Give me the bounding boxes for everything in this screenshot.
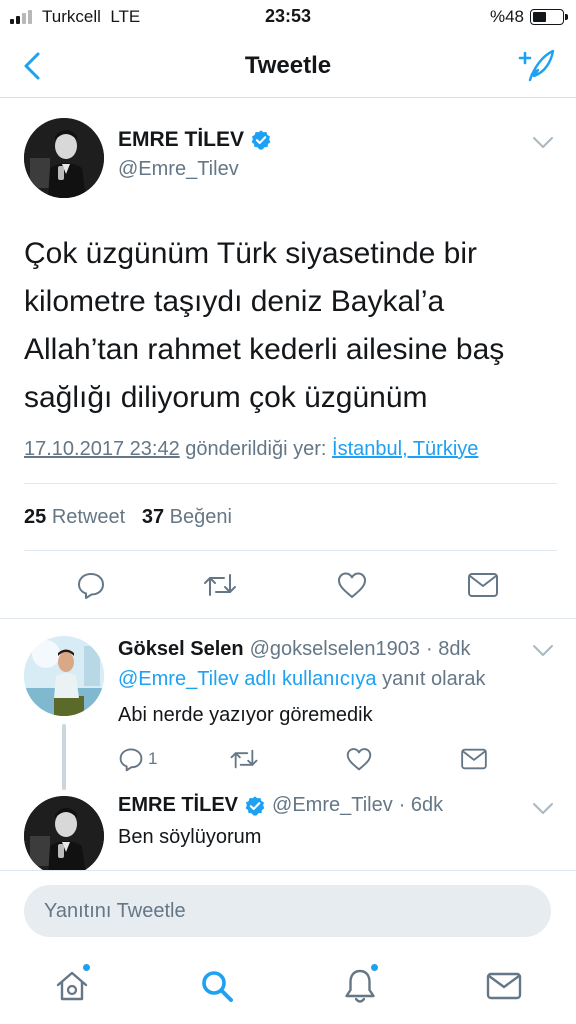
- like-count: 37: [141, 506, 165, 528]
- tweet-stats: 25 Retweet 37 Beğeni: [24, 506, 232, 529]
- tab-home[interactable]: [52, 964, 92, 1006]
- tweet-location-link[interactable]: İstanbul, Türkiye: [332, 438, 478, 460]
- retweet-label: Retweet: [51, 506, 126, 528]
- like-heart-icon[interactable]: [336, 570, 368, 600]
- reply-count: 1: [148, 749, 158, 768]
- like-stat[interactable]: 37 Beğeni: [142, 506, 232, 528]
- replying-to-mention[interactable]: @Emre_Tilev adlı kullanıcıya: [118, 668, 377, 690]
- divider: [24, 483, 557, 484]
- retweet-icon[interactable]: [229, 746, 259, 772]
- avatar[interactable]: [24, 118, 104, 198]
- nav-bar: Tweetle: [0, 34, 576, 98]
- reply-time: · 8dk: [426, 638, 471, 660]
- tweet-text: Çok üzgünüm Türk siyasetinde bir kilomet…: [24, 237, 505, 414]
- compose-tweet-icon[interactable]: [516, 46, 556, 84]
- replying-to-suffix: yanıt olarak: [382, 668, 486, 690]
- reply-input[interactable]: [24, 885, 551, 937]
- tweet-timestamp[interactable]: 17.10.2017 23:42: [24, 438, 180, 460]
- search-icon: [202, 971, 233, 1002]
- avatar[interactable]: [24, 796, 104, 876]
- author-handle[interactable]: @Emre_Tilev: [118, 158, 239, 181]
- reply-action[interactable]: 1: [118, 746, 157, 772]
- retweet-count: 25: [24, 506, 47, 528]
- reply-author-name[interactable]: Göksel Selen: [118, 638, 244, 661]
- location-prefix: gönderildiği yer:: [185, 438, 327, 460]
- replying-to: @Emre_Tilev adlı kullanıcıya yanıt olara…: [118, 668, 486, 691]
- author-name-row: EMRE TİLEV: [118, 128, 272, 152]
- retweet-icon[interactable]: [202, 570, 238, 600]
- tab-bar: [0, 954, 576, 1024]
- page-title: Tweetle: [244, 52, 332, 79]
- share-message-icon[interactable]: [460, 748, 488, 770]
- like-label: Beğeni: [169, 506, 232, 528]
- reply-author-handle[interactable]: @Emre_Tilev: [272, 794, 393, 817]
- chevron-down-icon[interactable]: [532, 644, 554, 658]
- author-name[interactable]: EMRE TİLEV: [118, 128, 244, 152]
- reply-icon[interactable]: [76, 570, 106, 600]
- tab-messages[interactable]: [484, 966, 524, 1006]
- notifications-dot: [371, 964, 378, 971]
- reply-author-name[interactable]: EMRE TİLEV: [118, 794, 238, 817]
- home-icon: [56, 971, 88, 1001]
- tweet-meta: 17.10.2017 23:42 gönderildiği yer: İstan…: [24, 438, 478, 461]
- chevron-down-icon[interactable]: [532, 802, 554, 816]
- section-divider: [0, 618, 576, 619]
- reply-header: Göksel Selen @gokselselen1903 · 8dk: [118, 638, 471, 661]
- home-notification-dot: [83, 964, 90, 971]
- divider: [24, 550, 557, 551]
- battery-icon: [530, 9, 568, 25]
- reply-text: Abi nerde yazıyor göremedik: [118, 704, 373, 726]
- tab-notifications[interactable]: [340, 964, 380, 1006]
- share-message-icon[interactable]: [467, 572, 499, 598]
- verified-badge-icon: [251, 130, 271, 150]
- like-heart-icon[interactable]: [345, 746, 373, 772]
- thread-connector: [62, 724, 66, 790]
- messages-icon: [486, 972, 522, 1000]
- chevron-down-icon[interactable]: [532, 136, 554, 150]
- notifications-icon: [345, 969, 375, 1003]
- reply-icon: [119, 748, 143, 772]
- battery-percent: %48: [489, 7, 524, 26]
- reply-header: EMRE TİLEV @Emre_Tilev · 6dk: [118, 794, 443, 817]
- reply-compose-bar: [0, 870, 576, 954]
- retweet-stat[interactable]: 25 Retweet: [24, 506, 125, 528]
- verified-badge-icon: [245, 795, 265, 816]
- reply-time: · 6dk: [398, 794, 444, 816]
- avatar[interactable]: [24, 636, 104, 716]
- status-bar: Turkcell LTE 23:53 %48: [0, 0, 576, 34]
- reply-text: Ben söylüyorum: [118, 826, 262, 848]
- reply-author-handle[interactable]: @gokselselen1903: [250, 638, 420, 661]
- tab-search[interactable]: [197, 966, 237, 1006]
